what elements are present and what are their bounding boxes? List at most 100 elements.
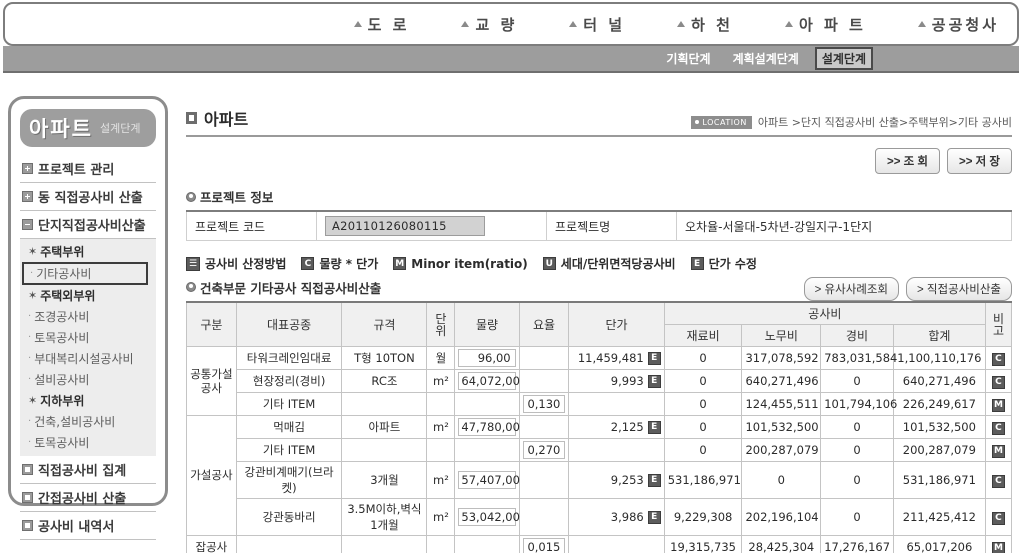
table-row[interactable]: 현장정리(경비) RC조 m² 64,072,00 9,993 E 0 640,2… (187, 369, 1013, 393)
cell-expense: 17,276,167 (820, 535, 894, 553)
quantity-input[interactable]: 64,072,00 (458, 372, 520, 390)
sidebar-item-cost-statement[interactable]: 공사비 내역서 (20, 512, 156, 540)
sidebar-item-complex-direct-cost[interactable]: 단지직접공사비산출 (20, 211, 156, 239)
cell-rate[interactable] (518, 498, 570, 536)
th-labor: 노무비 (741, 324, 822, 347)
sidebar-item-welfare-facility-cost[interactable]: · 부대복리시설공사비 (20, 348, 156, 369)
cell-rate[interactable]: 0,015 (518, 535, 570, 553)
cell-material: 19,315,735 (663, 535, 743, 553)
rate-input[interactable]: 0,130 (522, 395, 566, 413)
cell-note: M (984, 438, 1013, 462)
sidebar-group-underground-area[interactable]: ✶ 지하부위 (20, 390, 156, 411)
cell-quantity[interactable]: 96,00 (454, 346, 520, 370)
page-header: 아파트 LOCATION 아파트 >단지 직접공사비 산출>주택부위>기타 공사… (186, 106, 1012, 137)
tab-schematic-design-stage[interactable]: 계획설계단계 (727, 48, 805, 69)
topnav-label: 터 널 (583, 15, 626, 34)
cost-table: 구분 대표공종 규격 단위 물량 요율 단가 공사비 비고 재료비 노무비 경비… (186, 301, 1013, 553)
dot-icon: · (28, 353, 32, 364)
cell-unit-price[interactable] (568, 535, 665, 553)
cell-rate[interactable] (518, 369, 570, 393)
triangle-icon (917, 21, 926, 27)
cell-rate[interactable]: 0,270 (518, 438, 570, 462)
similar-case-button[interactable]: > 유사사례조회 (803, 277, 900, 301)
badge-e-icon[interactable]: E (647, 510, 661, 524)
sidebar-item-equipment-cost[interactable]: · 설비공사비 (20, 369, 156, 390)
table-row[interactable]: 기타 ITEM 0,270 0 200,287,079 0 200,287,07… (187, 438, 1013, 462)
rate-input[interactable]: 0,015 (522, 538, 566, 553)
sidebar-item-indirect-cost[interactable]: 간접공사비 산출 (20, 484, 156, 512)
cell-quantity[interactable]: 53,042,00 (454, 498, 520, 536)
quantity-input[interactable]: 53,042,00 (458, 508, 520, 526)
cell-spec: T형 10TON (341, 346, 428, 370)
search-button[interactable]: >> 조 회 (875, 148, 941, 174)
sidebar-item-building-direct-cost[interactable]: 동 직접공사비 산출 (20, 183, 156, 211)
sidebar-group-housing-area[interactable]: ✶ 주택부위 (20, 241, 156, 262)
rate-input[interactable]: 0,270 (522, 441, 566, 459)
cell-unit-price[interactable]: 9,993 E (568, 369, 665, 393)
th-material: 재료비 (663, 324, 743, 347)
badge-e-icon[interactable]: E (647, 351, 661, 365)
quantity-input[interactable]: 47,780,00 (458, 418, 520, 436)
cell-quantity[interactable] (454, 535, 520, 553)
cell-work-type: 타워크레인임대료 (235, 346, 343, 370)
cell-quantity[interactable]: 57,407,00 (454, 461, 520, 499)
cell-unit-price[interactable] (568, 392, 665, 416)
topnav-item-public-office[interactable]: 공공청사 (917, 14, 999, 35)
sidebar-item-arch-equipment-cost[interactable]: · 건축,설비공사비 (20, 411, 156, 432)
minus-box-icon (22, 219, 33, 230)
sidebar-item-etc-construction-cost[interactable]: · 기타공사비 (22, 262, 148, 285)
cell-note: C (984, 346, 1013, 370)
badge-e-icon[interactable]: E (647, 473, 661, 487)
sidebar-item-civil-cost[interactable]: · 토목공사비 (20, 327, 156, 348)
tab-design-stage[interactable]: 설계단계 (814, 47, 873, 70)
cell-rate[interactable] (518, 415, 570, 439)
cell-rate[interactable]: 0,130 (518, 392, 570, 416)
cell-unit-price[interactable]: 11,459,481 E (568, 346, 665, 370)
cell-quantity[interactable] (454, 392, 520, 416)
sidebar-item-direct-cost-summary[interactable]: 직접공사비 집계 (20, 456, 156, 484)
table-row[interactable]: 강관동바리 3.5M이하,벽식 1개월 m² 53,042,00 3,986 E … (187, 498, 1013, 536)
sidebar-item-project-management[interactable]: 프로젝트 관리 (20, 155, 156, 183)
topnav-item-apartment[interactable]: 아 파 트 (784, 14, 866, 35)
project-code-input[interactable]: A20110126080115 (325, 216, 485, 236)
sidebar-subitem-label: 토목공사비 (34, 331, 90, 345)
topnav-item-tunnel[interactable]: 터 널 (569, 14, 625, 35)
cell-note: M (984, 392, 1013, 416)
table-row[interactable]: 기타 ITEM 0,130 0 124,455,511 101,794,106 … (187, 392, 1013, 416)
topnav-item-bridge[interactable]: 교 량 (461, 14, 517, 35)
th-cost-group: 공사비 (663, 301, 986, 325)
project-name-value: 오차율-서울대-5차년-강일지구-1단지 (676, 210, 1012, 241)
sidebar-subitem-label: 기타공사비 (36, 267, 92, 281)
cell-rate[interactable] (518, 346, 570, 370)
sidebar-group-non-housing-area[interactable]: ✶ 주택외부위 (20, 285, 156, 306)
asterisk-icon: ✶ (28, 245, 38, 258)
quantity-input[interactable]: 96,00 (458, 349, 516, 367)
topnav-item-road[interactable]: 도 로 (353, 14, 410, 35)
badge-e-icon[interactable]: E (647, 420, 661, 434)
sidebar-item-landscape-cost[interactable]: · 조경공사비 (20, 306, 156, 327)
table-row[interactable]: 강관비계매기(브라켓) 3개월 m² 57,407,00 9,253 E 531,… (187, 461, 1013, 499)
quantity-input[interactable]: 57,407,00 (458, 471, 520, 489)
cell-rate[interactable] (518, 461, 570, 499)
cell-unit-price[interactable]: 3,986 E (568, 498, 665, 536)
cell-total: 531,186,971 (892, 461, 986, 499)
cell-expense: 783,031,584 (820, 346, 897, 370)
tab-planning-stage[interactable]: 기획단계 (660, 48, 716, 69)
table-row[interactable]: 잡공사 0,015 19,315,735 28,425,304 17,276,1… (186, 535, 1013, 553)
cell-unit-price[interactable]: 2,125 E (568, 415, 665, 439)
sidebar-item-civil-cost-underground[interactable]: · 토목공사비 (20, 432, 156, 453)
direct-cost-calc-button[interactable]: > 직접공사비산출 (906, 277, 1012, 301)
cell-unit-price[interactable]: 9,253 E (568, 461, 665, 499)
save-button[interactable]: >> 저 장 (947, 148, 1012, 174)
cell-quantity[interactable]: 64,072,00 (454, 369, 520, 393)
unit-price-value: 2,125 (610, 420, 644, 434)
table-row[interactable]: 가설공사 먹매김 아파트 m² 47,780,00 2,125 E 0 101,5… (186, 415, 1013, 536)
cell-quantity[interactable]: 47,780,00 (454, 415, 520, 439)
cell-quantity[interactable] (454, 438, 520, 462)
cell-unit-price[interactable] (568, 438, 665, 462)
table-row[interactable]: 공통가설공사 타워크레인임대료 T형 10TON 월 96,00 11,459,… (186, 346, 1013, 416)
badge-e-icon[interactable]: E (647, 374, 661, 388)
table-action-buttons: > 유사사례조회 > 직접공사비산출 (803, 277, 1012, 301)
topnav-item-river[interactable]: 하 천 (677, 14, 733, 35)
sidebar-item-label: 공사비 내역서 (38, 520, 115, 535)
